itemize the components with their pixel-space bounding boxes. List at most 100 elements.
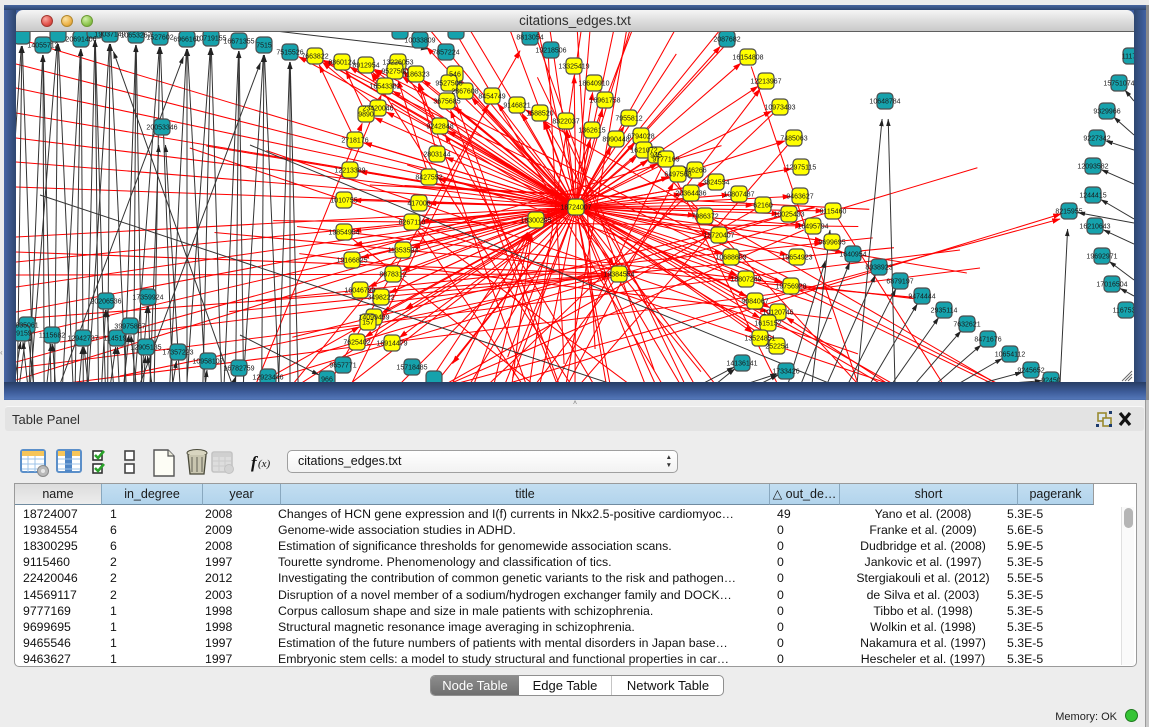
svg-text:9777169: 9777169: [652, 157, 679, 164]
svg-text:8215955: 8215955: [1055, 209, 1082, 216]
svg-text:9227342: 9227342: [1083, 136, 1110, 143]
svg-text:8427552: 8427552: [415, 175, 442, 182]
svg-text:12923446: 12923446: [252, 375, 283, 382]
svg-text:17359924: 17359924: [132, 295, 163, 302]
svg-text:7632621: 7632621: [953, 322, 980, 329]
svg-text:8878312: 8878312: [379, 272, 406, 279]
svg-text:10025433: 10025433: [773, 212, 804, 219]
svg-text:(x): (x): [258, 458, 271, 470]
svg-text:13524851: 13524851: [744, 336, 775, 343]
svg-text:19654923: 19654923: [781, 255, 812, 262]
svg-text:20053346: 20053346: [146, 125, 177, 132]
svg-text:3824554: 3824554: [702, 180, 729, 187]
svg-text:9699695: 9699695: [818, 240, 845, 247]
svg-text:2087682: 2087682: [713, 37, 740, 44]
svg-text:15718485: 15718485: [396, 365, 427, 372]
svg-text:10033809: 10033809: [404, 38, 435, 45]
svg-text:13325419: 13325419: [558, 64, 589, 71]
svg-text:19854954: 19854954: [328, 230, 359, 237]
svg-text:18724007: 18724007: [560, 205, 591, 212]
svg-text:16046798: 16046798: [344, 288, 375, 295]
svg-text:2803144: 2803144: [423, 152, 450, 159]
svg-text:10120746: 10120746: [762, 310, 793, 317]
svg-text:1167533: 1167533: [1113, 308, 1134, 315]
svg-text:12093582: 12093582: [1077, 164, 1108, 171]
svg-text:39975867: 39975867: [114, 324, 145, 331]
svg-text:8938923: 8938923: [865, 265, 892, 272]
svg-text:16543382: 16543382: [369, 84, 400, 91]
svg-text:2718176: 2718176: [341, 138, 368, 145]
svg-text:546: 546: [449, 72, 461, 79]
svg-text:1145194: 1145194: [104, 336, 131, 343]
svg-text:8267110: 8267110: [399, 220, 426, 227]
svg-text:19218506: 19218506: [535, 48, 566, 55]
svg-text:9329966: 9329966: [1093, 109, 1120, 116]
svg-text:7515526: 7515526: [276, 50, 303, 57]
svg-text:10719155: 10719155: [195, 36, 226, 43]
svg-text:417006: 417006: [407, 201, 430, 208]
svg-text:16782759: 16782759: [223, 366, 254, 373]
svg-text:16154808: 16154808: [732, 55, 763, 62]
svg-text:1010755: 1010755: [330, 198, 357, 205]
svg-text:835061: 835061: [16, 323, 39, 330]
svg-text:252254: 252254: [765, 344, 788, 351]
svg-text:15751074: 15751074: [1103, 81, 1134, 88]
svg-text:157: 157: [362, 320, 374, 327]
svg-text:20206536: 20206536: [90, 299, 121, 306]
svg-text:1588520: 1588520: [526, 111, 553, 118]
svg-text:16961758: 16961758: [589, 98, 620, 105]
svg-text:7663822: 7663822: [301, 54, 328, 61]
svg-text:8990448: 8990448: [602, 137, 629, 144]
svg-text:1244415: 1244415: [1079, 193, 1106, 200]
svg-text:19384554: 19384554: [603, 272, 634, 279]
svg-text:8471676: 8471676: [974, 337, 1001, 344]
svg-text:2867608: 2867608: [451, 89, 478, 96]
svg-text:20364436: 20364436: [675, 191, 706, 198]
svg-text:1115682: 1115682: [39, 333, 65, 340]
svg-text:16914479: 16914479: [376, 341, 407, 348]
svg-text:7857224: 7857224: [432, 50, 459, 57]
svg-text:9463627: 9463627: [786, 194, 813, 201]
svg-text:12905135: 12905135: [130, 345, 161, 352]
svg-text:7485063: 7485063: [780, 136, 807, 143]
svg-text:14055712: 14055712: [27, 43, 58, 50]
svg-text:9474444: 9474444: [908, 294, 935, 301]
svg-text:1362615: 1362615: [578, 128, 605, 135]
svg-text:7515: 7515: [256, 43, 272, 50]
svg-text:12975115: 12975115: [786, 165, 817, 172]
svg-text:18640910: 18640910: [578, 81, 609, 88]
svg-text:1733426: 1733426: [772, 369, 799, 376]
svg-text:17357223: 17357223: [162, 350, 193, 357]
svg-text:8912954: 8912954: [352, 63, 379, 70]
svg-text:9245652: 9245652: [1017, 368, 1044, 375]
svg-text:19692971: 19692971: [1086, 254, 1117, 261]
svg-text:3498222: 3498222: [367, 295, 394, 302]
svg-text:10654112: 10654112: [995, 352, 1026, 359]
svg-text:18807249: 18807249: [730, 277, 761, 284]
svg-text:7955812: 7955812: [615, 116, 642, 123]
svg-text:20691406: 20691406: [65, 37, 96, 44]
svg-text:12942737: 12942737: [67, 336, 98, 343]
svg-text:2935114: 2935114: [931, 308, 958, 315]
svg-text:10807487: 10807487: [723, 192, 754, 199]
svg-text:6879197: 6879197: [886, 279, 913, 286]
svg-text:92450: 92450: [1041, 378, 1061, 383]
svg-text:39159: 39159: [16, 331, 32, 338]
svg-text:10648784: 10648784: [869, 99, 900, 106]
svg-text:16671355: 16671355: [223, 39, 254, 46]
svg-text:18300295: 18300295: [520, 218, 551, 225]
svg-text:10973493: 10973493: [764, 105, 795, 112]
svg-text:9657771: 9657771: [329, 363, 356, 370]
svg-text:9084067: 9084067: [741, 299, 768, 306]
svg-text:16210643: 16210643: [1079, 224, 1110, 231]
svg-text:3675685: 3675685: [433, 99, 460, 106]
svg-text:12213967: 12213967: [750, 79, 781, 86]
svg-text:9146821: 9146821: [503, 103, 530, 110]
svg-text:11172: 11172: [1122, 54, 1134, 61]
svg-text:9527505: 9527505: [435, 81, 462, 88]
svg-text:62160: 62160: [753, 203, 773, 210]
svg-text:1615152: 1615152: [754, 321, 781, 328]
svg-text:14136141: 14136141: [726, 361, 757, 368]
svg-text:11353594: 11353594: [388, 248, 419, 255]
svg-text:8813054: 8813054: [516, 35, 543, 42]
